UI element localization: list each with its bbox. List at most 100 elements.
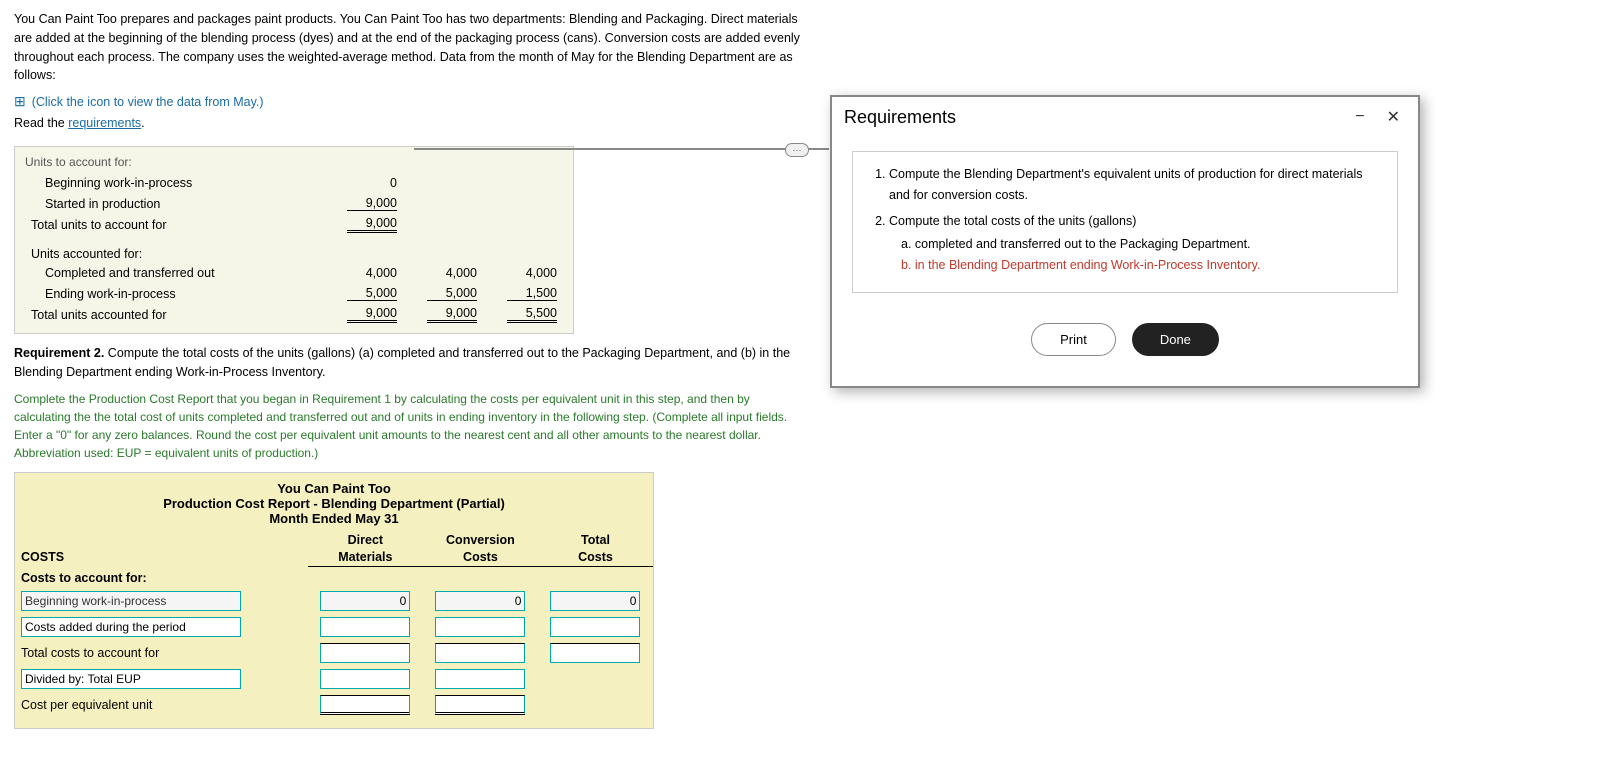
- total-units-row: Total units to account for 9,000: [25, 214, 563, 235]
- costs-added-row: [15, 614, 653, 640]
- modal-actions: Print Done: [852, 313, 1398, 372]
- total-costs-row: Total costs to account for: [15, 640, 653, 666]
- col-header-cc: Conversion: [423, 530, 538, 547]
- requirements-box: Compute the Blending Department's equiva…: [852, 151, 1398, 293]
- ending-col1: 5,000: [323, 283, 403, 304]
- req2-rest: Compute the total costs of the units (ga…: [14, 346, 790, 379]
- bwip-value: 0: [323, 173, 403, 193]
- bwip-cost-label-input[interactable]: [21, 591, 241, 611]
- beginning-wip-cost-row: [15, 588, 653, 614]
- cost-per-unit-dm-cell: [308, 692, 423, 718]
- costs-added-cc-cell: [423, 614, 538, 640]
- divided-label-cell: [15, 666, 308, 692]
- total-costs-dm-input[interactable]: [320, 643, 410, 663]
- modal-minimize-button[interactable]: −: [1349, 105, 1370, 129]
- costs-main-label: COSTS: [15, 547, 308, 567]
- total2-col3-span: 5,500: [507, 306, 557, 323]
- cost-per-unit-cc-cell: [423, 692, 538, 718]
- bwip-total-cell: [538, 588, 653, 614]
- costs-added-label-cell: [15, 614, 308, 640]
- modal-body: Compute the Blending Department's equiva…: [832, 137, 1418, 386]
- ending-col2: 5,000: [403, 283, 483, 304]
- ending-wip-label: Ending work-in-process: [25, 283, 323, 304]
- read-requirements-row: Read the requirements.: [14, 116, 806, 130]
- total-costs-total-cell: [538, 640, 653, 666]
- costs-added-label-input[interactable]: [21, 617, 241, 637]
- completed-col3: 4,000: [483, 263, 563, 283]
- requirements-link[interactable]: requirements: [68, 116, 141, 130]
- click-data-link[interactable]: (Click the icon to view the data from Ma…: [32, 95, 264, 109]
- req2-sub-b-text: b. in the Blending Department ending Wor…: [901, 258, 1260, 272]
- read-label: Read the: [14, 116, 65, 130]
- costs-added-total-input[interactable]: [550, 617, 640, 637]
- report-date: Month Ended May 31: [19, 511, 649, 526]
- click-icon-row: ⊞ (Click the icon to view the data from …: [14, 93, 806, 110]
- total1-value: 9,000: [323, 214, 403, 235]
- divided-total-cell: [538, 666, 653, 692]
- ending-col3-span: 1,500: [507, 286, 557, 301]
- requirements-list: Compute the Blending Department's equiva…: [869, 164, 1381, 276]
- cost-per-unit-total-cell: [538, 692, 653, 718]
- col-sub-cc: Costs: [423, 547, 538, 567]
- ending-col2-span: 5,000: [427, 286, 477, 301]
- costs-added-total-cell: [538, 614, 653, 640]
- req2-text: Requirement 2. Compute the total costs o…: [14, 344, 806, 382]
- total-costs-total-input[interactable]: [550, 643, 640, 663]
- bwip-total-input[interactable]: [550, 591, 640, 611]
- table-row: Started in production 9,000: [25, 193, 563, 214]
- units-accounted-header: Units accounted for:: [25, 245, 563, 263]
- bwip-cc-cell: [423, 588, 538, 614]
- production-cost-report: You Can Paint Too Production Cost Report…: [14, 472, 654, 729]
- divided-cc-input[interactable]: [435, 669, 525, 689]
- print-button[interactable]: Print: [1031, 323, 1116, 356]
- divided-label-input[interactable]: [21, 669, 241, 689]
- costs-to-account-row: Costs to account for:: [15, 566, 653, 588]
- grid-icon[interactable]: ⊞: [14, 93, 26, 110]
- started-value: 9,000: [323, 193, 403, 214]
- col-sub-dm: Materials: [308, 547, 423, 567]
- total2-col2-span: 9,000: [427, 306, 477, 323]
- completed-col1: 4,000: [323, 263, 403, 283]
- divided-by-row: [15, 666, 653, 692]
- main-content: You Can Paint Too prepares and packages …: [0, 0, 820, 759]
- ending-col3: 1,500: [483, 283, 563, 304]
- divided-cc-cell: [423, 666, 538, 692]
- done-button[interactable]: Done: [1132, 323, 1219, 356]
- total1-val-span: 9,000: [347, 216, 397, 233]
- col-header-total: Total: [538, 530, 653, 547]
- bwip-cc-input[interactable]: [435, 591, 525, 611]
- intro-text: You Can Paint Too prepares and packages …: [14, 10, 806, 85]
- total-costs-cc-input[interactable]: [435, 643, 525, 663]
- costs-added-dm-input[interactable]: [320, 617, 410, 637]
- modal-close-button[interactable]: ✕: [1381, 105, 1406, 129]
- started-val-span: 9,000: [347, 196, 397, 211]
- costs-added-cc-input[interactable]: [435, 617, 525, 637]
- modal-title: Requirements: [844, 107, 956, 128]
- total-costs-label: Total costs to account for: [15, 640, 308, 666]
- col-subheaders-row: COSTS Materials Costs Costs: [15, 547, 653, 567]
- modal-titlebar: Requirements − ✕: [832, 97, 1418, 137]
- completed-label: Completed and transferred out: [25, 263, 323, 283]
- costs-added-dm-cell: [308, 614, 423, 640]
- cost-per-unit-cc-input[interactable]: [435, 695, 525, 715]
- modal-controls: − ✕: [1349, 105, 1406, 129]
- table-row: Completed and transferred out 4,000 4,00…: [25, 263, 563, 283]
- cost-per-unit-dm-input[interactable]: [320, 695, 410, 715]
- col-sub-total: Costs: [538, 547, 653, 567]
- col-headers-row: Direct Conversion Total: [15, 530, 653, 547]
- requirements-modal: Requirements − ✕ Compute the Blending De…: [830, 95, 1420, 388]
- req2-subitems: a. completed and transferred out to the …: [889, 234, 1381, 277]
- list-item: Compute the Blending Department's equiva…: [889, 164, 1381, 207]
- connector-line: [414, 148, 829, 150]
- cost-per-unit-row: Cost per equivalent unit: [15, 692, 653, 718]
- cost-per-unit-label: Cost per equivalent unit: [15, 692, 308, 718]
- table-row: Beginning work-in-process 0: [25, 173, 563, 193]
- connector-dots: ···: [785, 143, 809, 157]
- total-accounted-row: Total units accounted for 9,000 9,000 5,…: [25, 304, 563, 325]
- divided-dm-input[interactable]: [320, 669, 410, 689]
- ending-col1-span: 5,000: [347, 286, 397, 301]
- bwip-dm-input[interactable]: [320, 591, 410, 611]
- started-label: Started in production: [25, 193, 323, 214]
- bwip-label: Beginning work-in-process: [25, 173, 323, 193]
- units-table: Beginning work-in-process 0 Started in p…: [25, 173, 563, 325]
